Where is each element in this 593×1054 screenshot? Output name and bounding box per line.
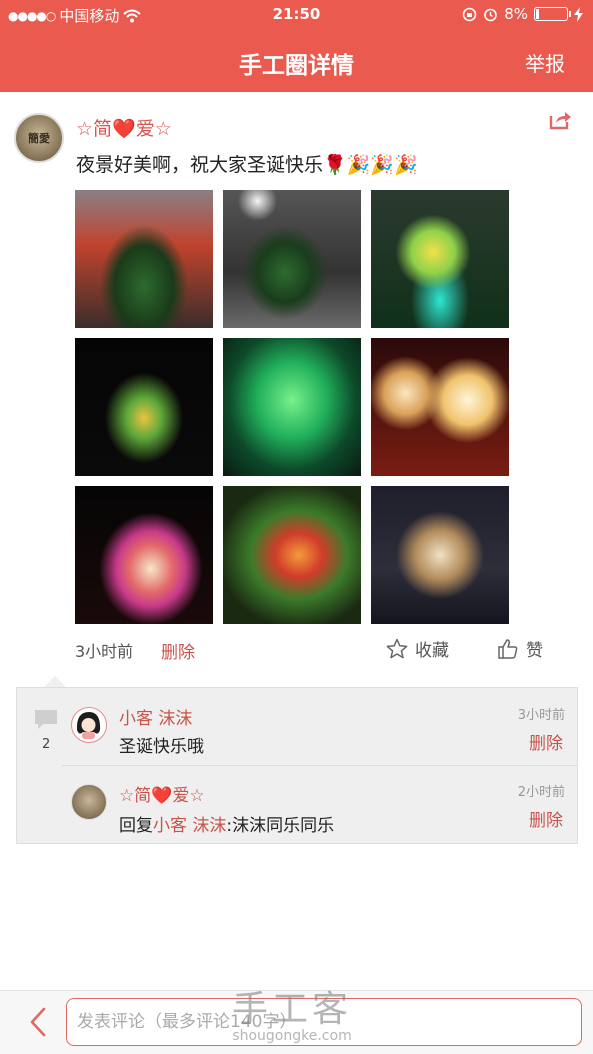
photo-4[interactable] bbox=[75, 338, 213, 476]
reply-avatar[interactable] bbox=[71, 784, 107, 820]
reply-to-name[interactable]: 小客 沫沫 bbox=[153, 816, 226, 836]
delete-reply-button[interactable]: 删除 bbox=[529, 806, 563, 831]
comment-count: 2 bbox=[42, 737, 51, 752]
comments-caret bbox=[44, 676, 66, 687]
post-content: 夜景好美啊，祝大家圣诞快乐🌹🎉🎉🎉 bbox=[76, 150, 418, 177]
photo-3[interactable] bbox=[371, 190, 509, 328]
battery-icon bbox=[534, 7, 571, 21]
comment-divider bbox=[62, 765, 578, 766]
collect-label: 收藏 bbox=[415, 641, 449, 661]
collect-button[interactable]: 收藏 bbox=[386, 636, 449, 661]
photo-5[interactable] bbox=[223, 338, 361, 476]
like-label: 赞 bbox=[526, 641, 543, 661]
photo-1[interactable] bbox=[75, 190, 213, 328]
star-icon bbox=[386, 638, 408, 658]
avatar-label: 簡愛 bbox=[28, 132, 50, 145]
reply-text: 回复小客 沫沫:沫沫同乐同乐 bbox=[119, 811, 334, 836]
nav-bar: 手工圈详情 举报 bbox=[0, 30, 593, 92]
commenter-avatar[interactable] bbox=[71, 707, 107, 743]
reply-body: :沫沫同乐同乐 bbox=[226, 816, 335, 836]
comment-input[interactable] bbox=[66, 998, 582, 1046]
girl-avatar-icon bbox=[76, 712, 101, 739]
reply-prefix: 回复 bbox=[119, 816, 153, 836]
photo-9[interactable] bbox=[371, 486, 509, 624]
photo-8[interactable] bbox=[223, 486, 361, 624]
delete-comment-button[interactable]: 删除 bbox=[529, 729, 563, 754]
reply-time: 2小时前 bbox=[517, 785, 565, 800]
reply-author-name[interactable]: ☆简❤️爱☆ bbox=[119, 781, 205, 806]
post-emojis: 🌹🎉🎉🎉 bbox=[323, 154, 418, 176]
author-avatar[interactable]: 簡愛 bbox=[14, 113, 64, 163]
author-name[interactable]: ☆简❤️爱☆ bbox=[76, 114, 172, 141]
charging-icon bbox=[574, 6, 583, 22]
photo-6[interactable] bbox=[371, 338, 509, 476]
commenter-name[interactable]: 小客 沫沫 bbox=[119, 704, 192, 729]
back-arrow-icon[interactable] bbox=[28, 1006, 48, 1038]
page-title: 手工圈详情 bbox=[239, 53, 354, 79]
top-bar: ●●●●○ 中国移动 21:50 8% 手工圈详情 举报 bbox=[0, 0, 593, 92]
report-button[interactable]: 举报 bbox=[525, 48, 565, 77]
rotation-lock-icon bbox=[462, 7, 477, 21]
comment-text: 圣诞快乐哦 bbox=[119, 737, 204, 757]
post-text: 夜景好美啊，祝大家圣诞快乐 bbox=[76, 154, 324, 176]
thumbs-up-icon bbox=[498, 638, 518, 659]
share-icon[interactable] bbox=[548, 108, 572, 130]
photo-2[interactable] bbox=[223, 190, 361, 328]
comment-bubble-icon bbox=[35, 710, 57, 729]
comment-time: 3小时前 bbox=[517, 708, 565, 723]
like-button[interactable]: 赞 bbox=[497, 636, 543, 661]
status-right: 8% bbox=[462, 5, 583, 23]
delete-post-button[interactable]: 删除 bbox=[161, 638, 195, 663]
photo-grid bbox=[75, 190, 511, 626]
battery-percent: 8% bbox=[504, 5, 528, 23]
post-time: 3小时前 bbox=[75, 642, 134, 661]
alarm-icon bbox=[484, 8, 498, 21]
status-bar: ●●●●○ 中国移动 21:50 8% bbox=[0, 0, 593, 30]
photo-7[interactable] bbox=[75, 486, 213, 624]
